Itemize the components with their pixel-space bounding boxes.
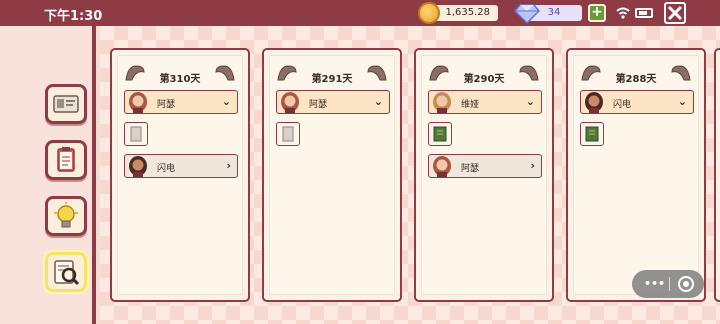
- day-card: 第310天 阿瑟 ⌄ 闪电 ›: [110, 48, 250, 302]
- chevron-down-icon: ⌄: [373, 95, 383, 108]
- case-search-tab[interactable]: [45, 252, 87, 292]
- day-card: 第290天 维娅 ⌄ 阿瑟 ›: [414, 48, 554, 302]
- chevron-down-icon: ⌄: [221, 95, 231, 108]
- suspect-dropdown[interactable]: 阿瑟 ⌄: [124, 90, 238, 114]
- next-suspect-name: 阿瑟: [461, 164, 480, 174]
- sidebar: [0, 26, 96, 324]
- suspect-name: 闪电: [613, 100, 632, 110]
- paper-icon: [130, 126, 142, 142]
- coin-icon: [418, 2, 440, 24]
- top-bar: 下午1:30 1,635.28 34 +: [0, 0, 720, 26]
- wifi-icon: [616, 7, 630, 19]
- evidence-slot[interactable]: [428, 122, 452, 146]
- evidence-slot[interactable]: [580, 122, 604, 146]
- clipboard-tab[interactable]: [45, 140, 87, 180]
- coin-balance: 1,635.28: [430, 5, 498, 21]
- avatar-icon: [433, 156, 451, 177]
- divider: [669, 277, 670, 291]
- id-card-icon: [53, 95, 79, 113]
- suspect-name: 阿瑟: [157, 100, 176, 110]
- ornament-icon: [519, 65, 539, 81]
- miniprogram-capsule[interactable]: •••: [632, 270, 704, 298]
- suspect-dropdown[interactable]: 闪电 ⌄: [580, 90, 694, 114]
- lightbulb-tab[interactable]: [45, 196, 87, 236]
- book-icon: [585, 126, 599, 142]
- clock-time: 下午1:30: [44, 9, 103, 24]
- day-card-partial: [714, 48, 720, 302]
- next-suspect-button[interactable]: 闪电 ›: [124, 154, 238, 178]
- day-card: 第288天 闪电 ⌄: [566, 48, 706, 302]
- suspect-dropdown[interactable]: 维娅 ⌄: [428, 90, 542, 114]
- ornament-icon: [215, 65, 235, 81]
- paper-icon: [282, 126, 294, 142]
- suspect-name: 维娅: [461, 100, 480, 110]
- avatar-icon: [433, 92, 451, 113]
- next-suspect-name: 闪电: [157, 164, 176, 174]
- close-button[interactable]: [664, 2, 686, 24]
- avatar-icon: [129, 156, 147, 177]
- evidence-slot[interactable]: [276, 122, 300, 146]
- lightbulb-icon: [54, 202, 78, 228]
- chevron-right-icon: ›: [226, 159, 231, 172]
- ornament-icon: [671, 65, 691, 81]
- more-icon[interactable]: •••: [644, 277, 665, 290]
- notebook-magnifier-icon: [54, 260, 80, 286]
- chevron-right-icon: ›: [530, 159, 535, 172]
- ornament-icon: [367, 65, 387, 81]
- book-icon: [433, 126, 447, 142]
- case-board: 第310天 阿瑟 ⌄ 闪电 › 第291天 阿瑟 ⌄ 第290天 维娅 ⌄ 阿瑟…: [100, 26, 720, 324]
- avatar-icon: [281, 92, 299, 113]
- diamond-icon: [514, 4, 540, 25]
- chevron-down-icon: ⌄: [525, 95, 535, 108]
- day-card: 第291天 阿瑟 ⌄: [262, 48, 402, 302]
- avatar-icon: [129, 92, 147, 113]
- next-suspect-button[interactable]: 阿瑟 ›: [428, 154, 542, 178]
- clipboard-icon: [57, 147, 75, 172]
- chevron-down-icon: ⌄: [677, 95, 687, 108]
- suspect-dropdown[interactable]: 阿瑟 ⌄: [276, 90, 390, 114]
- avatar-icon: [585, 92, 603, 113]
- battery-icon: [635, 8, 653, 18]
- exit-icon[interactable]: [678, 276, 694, 292]
- evidence-slot[interactable]: [124, 122, 148, 146]
- suspect-name: 阿瑟: [309, 100, 328, 110]
- add-gems-button[interactable]: +: [588, 4, 606, 22]
- close-icon: [667, 5, 683, 21]
- id-card-tab[interactable]: [45, 84, 87, 124]
